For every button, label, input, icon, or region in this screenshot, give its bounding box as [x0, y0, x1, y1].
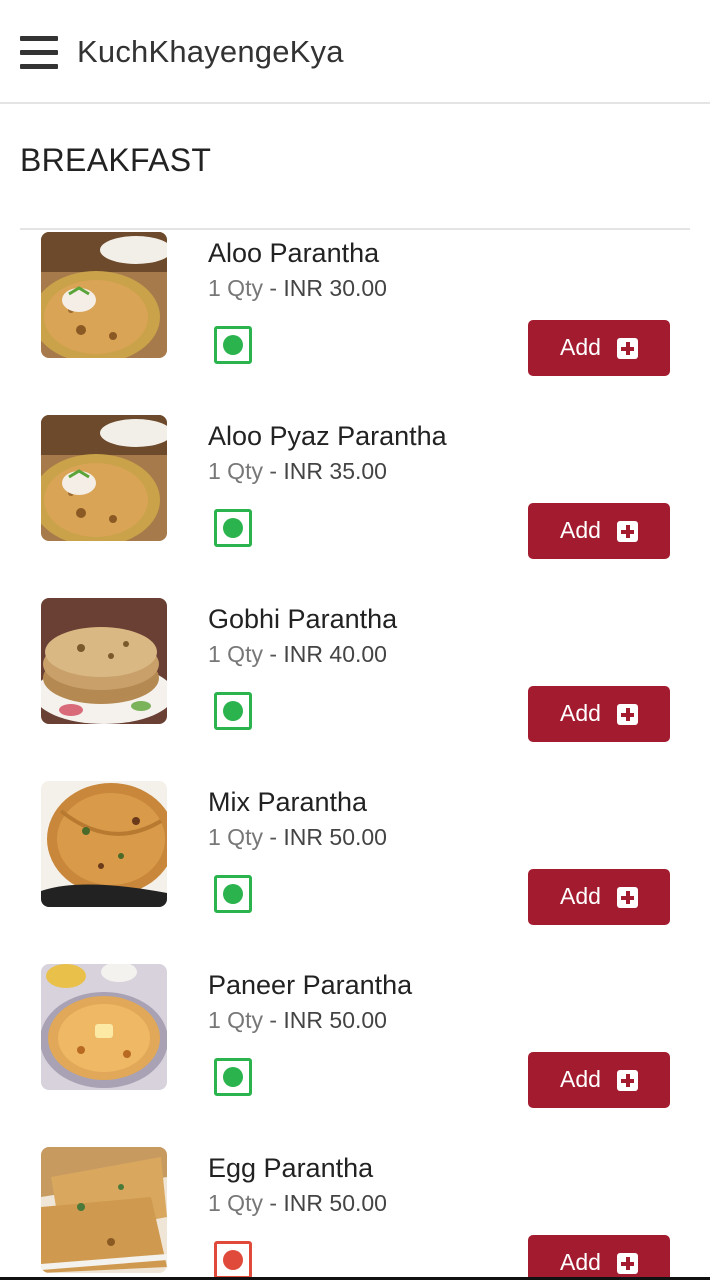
item-name: Aloo Pyaz Parantha	[208, 421, 447, 451]
menu-list[interactable]: Aloo Parantha 1 Qty - INR 30.00 Add Aloo	[0, 230, 710, 1278]
veg-indicator-icon	[214, 509, 252, 547]
plus-square-icon	[617, 1253, 638, 1274]
add-button[interactable]: Add	[528, 503, 670, 559]
menu-icon[interactable]	[20, 36, 58, 70]
item-price: 1 Qty - INR 35.00	[208, 458, 387, 484]
item-price: 1 Qty - INR 40.00	[208, 641, 387, 667]
add-button[interactable]: Add	[528, 686, 670, 742]
veg-indicator-icon	[214, 875, 252, 913]
item-price: 1 Qty - INR 50.00	[208, 1190, 387, 1216]
list-item: Gobhi Parantha 1 Qty - INR 40.00 Add	[0, 598, 710, 781]
app-title: KuchKhayengeKya	[77, 34, 344, 69]
food-image	[41, 415, 167, 541]
list-item: Paneer Parantha 1 Qty - INR 50.00 Add	[0, 964, 710, 1147]
plus-square-icon	[617, 338, 638, 359]
item-name: Paneer Parantha	[208, 970, 413, 1000]
veg-indicator-icon	[214, 326, 252, 364]
food-image	[41, 964, 167, 1090]
item-name: Egg Parantha	[208, 1153, 374, 1183]
item-price: 1 Qty - INR 50.00	[208, 1007, 387, 1033]
veg-indicator-icon	[214, 692, 252, 730]
item-name: Aloo Parantha	[208, 238, 380, 268]
food-image	[41, 1147, 167, 1273]
add-button[interactable]: Add	[528, 869, 670, 925]
add-button[interactable]: Add	[528, 1235, 670, 1278]
food-image	[41, 232, 167, 358]
list-item: Mix Parantha 1 Qty - INR 50.00 Add	[0, 781, 710, 964]
plus-square-icon	[617, 887, 638, 908]
nonveg-indicator-icon	[214, 1241, 252, 1278]
item-price: 1 Qty - INR 50.00	[208, 824, 387, 850]
item-name: Mix Parantha	[208, 787, 368, 817]
food-image	[41, 598, 167, 724]
item-price: 1 Qty - INR 30.00	[208, 275, 387, 301]
app-bar: KuchKhayengeKya	[0, 0, 710, 104]
plus-square-icon	[617, 521, 638, 542]
plus-square-icon	[617, 1070, 638, 1091]
veg-indicator-icon	[214, 1058, 252, 1096]
add-button[interactable]: Add	[528, 320, 670, 376]
food-image	[41, 781, 167, 907]
list-item: Egg Parantha 1 Qty - INR 50.00 Add	[0, 1147, 710, 1278]
list-item: Aloo Parantha 1 Qty - INR 30.00 Add	[0, 232, 710, 415]
add-button[interactable]: Add	[528, 1052, 670, 1108]
plus-square-icon	[617, 704, 638, 725]
item-name: Gobhi Parantha	[208, 604, 398, 634]
section-title: BREAKFAST	[20, 142, 212, 178]
list-item: Aloo Pyaz Parantha 1 Qty - INR 35.00 Add	[0, 415, 710, 598]
